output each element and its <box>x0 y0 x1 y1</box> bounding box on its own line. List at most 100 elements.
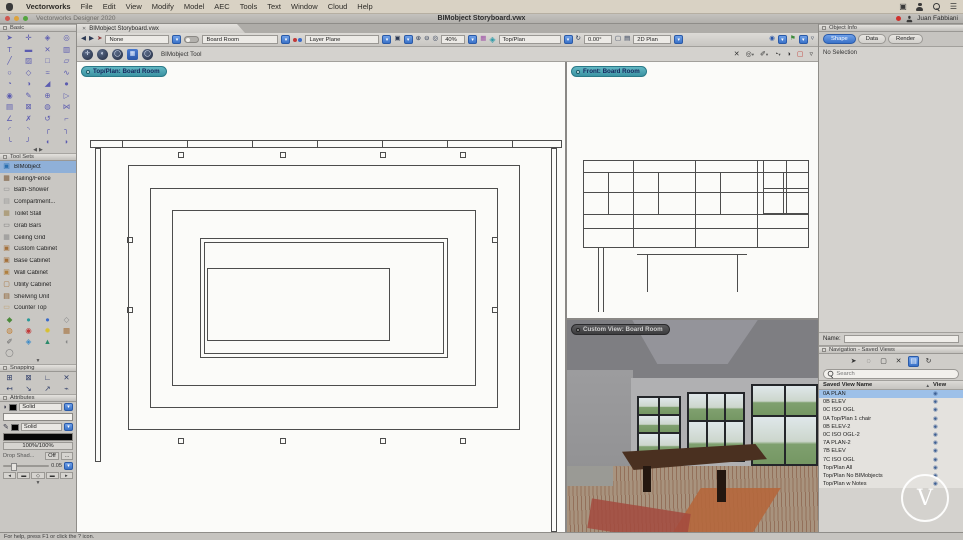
multi-view-pane-button[interactable]: ▤ <box>624 36 630 43</box>
view-visibility-icon[interactable]: ◉ <box>933 465 959 471</box>
next-view-button[interactable]: ▶ <box>89 36 94 43</box>
toolset-item-bath-shower[interactable]: ▭ Bath-Shower <box>0 185 76 197</box>
basic-tool-icon[interactable]: ↺ <box>38 113 57 125</box>
palette-close-button[interactable] <box>3 396 7 401</box>
tab-shape[interactable]: Shape <box>823 34 856 44</box>
close-tab-icon[interactable]: ✕ <box>82 26 86 32</box>
fill-style-dropdown[interactable]: ▾ <box>64 403 73 412</box>
active-layer-dropdown[interactable]: ▾ <box>281 35 291 44</box>
object-name-input[interactable] <box>843 335 959 343</box>
pen-style-dropdown[interactable]: ▾ <box>64 423 73 432</box>
saved-view-row[interactable]: 0A Top/Plan 1 chair ◉ <box>819 415 963 423</box>
more-options-icon[interactable]: ▿ <box>809 50 813 58</box>
control-center-icon[interactable]: ☰ <box>950 2 957 11</box>
line-weight-slider[interactable] <box>3 463 50 472</box>
toolset-item-wall-cabinet[interactable]: ▣ Wall Cabinet <box>0 267 76 279</box>
view-visibility-icon[interactable]: ◉ <box>933 391 959 397</box>
basic-tool-icon[interactable]: ◑ <box>19 78 38 90</box>
saved-views-column-header[interactable]: Saved View Name ▲ View <box>819 380 963 390</box>
toolset-item-custom-cabinet[interactable]: ▣ Custom Cabinet <box>0 244 76 256</box>
active-layer-field[interactable]: Board Room <box>202 35 279 44</box>
contrast-icon[interactable]: ◑ <box>787 51 791 58</box>
pen-style-value[interactable]: Solid <box>20 423 62 432</box>
snapping-palette-header[interactable]: Snapping <box>0 364 76 373</box>
pen-options-icon[interactable]: ✐▾ <box>760 50 768 58</box>
basic-tool-icon[interactable]: ◍ <box>38 101 57 113</box>
active-class-field[interactable]: None <box>105 35 170 44</box>
basic-tool-icon[interactable]: ╰ <box>0 136 19 148</box>
tool-tips-icon[interactable]: ✕ <box>734 50 740 58</box>
account-icon[interactable] <box>906 15 912 22</box>
toolset-tool-icon[interactable]: ● <box>38 314 57 325</box>
basic-tool-icon[interactable]: ✛ <box>19 32 38 44</box>
basic-tool-icon[interactable]: ▨ <box>19 55 38 67</box>
drop-shadow-toggle[interactable]: Off <box>45 452 59 461</box>
tab-data[interactable]: Data <box>857 34 887 44</box>
class-options-toggle[interactable] <box>184 36 200 43</box>
attributes-palette-header[interactable]: Attributes <box>0 394 76 403</box>
basic-tool-icon[interactable]: ≈ <box>38 67 57 79</box>
saved-view-row[interactable]: 7C ISO OGL ◉ <box>819 456 963 464</box>
toolset-tool-icon[interactable]: ✹ <box>38 325 57 336</box>
basic-tool-icon[interactable]: ╭ <box>38 124 57 136</box>
basic-tool-icon[interactable]: ✗ <box>19 113 38 125</box>
menu-window[interactable]: Window <box>286 2 323 11</box>
view-visibility-icon[interactable]: ◉ <box>933 432 959 438</box>
object-info-header[interactable]: Object Info <box>819 24 963 32</box>
attributes-pager[interactable]: ▼ <box>0 480 76 486</box>
projection-field[interactable]: 2D Plan <box>633 35 672 44</box>
view-visibility-icon[interactable]: ◉ <box>933 399 959 405</box>
grid-settings-icon[interactable]: ▦ <box>480 36 486 43</box>
basic-tool-icon[interactable]: ▷ <box>57 90 76 102</box>
layer-plane-field[interactable]: Layer Plane <box>305 35 380 44</box>
fill-bucket-icon[interactable]: ◗ <box>3 404 7 411</box>
toolset-item-base-cabinet[interactable]: ▣ Base Cabinet <box>0 255 76 267</box>
mode-option-5-icon[interactable]: ◯ <box>142 48 153 60</box>
document-tab[interactable]: ✕ BIMobject Storyboard.vwx <box>77 24 245 33</box>
toolset-item-ceiling-grid[interactable]: ▦ Ceiling Grid <box>0 232 76 244</box>
render-style-flag-icon[interactable]: ⚑ <box>790 36 796 43</box>
basic-tool-icon[interactable]: ◢ <box>38 78 57 90</box>
saved-views-icon[interactable]: ▤ <box>908 355 919 367</box>
viewport-label-plan[interactable]: Top/Plan: Board Room <box>81 66 167 77</box>
apple-menu-icon[interactable] <box>6 2 13 11</box>
basic-tool-icon[interactable]: ⋈ <box>57 101 76 113</box>
zoom-tool-icon[interactable]: ◎ <box>433 36 439 43</box>
basic-tool-icon[interactable]: ⌐ <box>57 113 76 125</box>
basic-tool-icon[interactable]: ◝ <box>19 124 38 136</box>
zoom-level-field[interactable]: 40% <box>441 35 466 44</box>
toolset-tool-icon[interactable]: ◇ <box>57 314 76 325</box>
line-marker-2-button[interactable]: ▬ <box>45 472 59 480</box>
viewport-custom-view[interactable]: Custom View: Board Room <box>567 320 818 540</box>
basic-tool-icon[interactable]: ▥ <box>57 44 76 56</box>
fill-color-preview[interactable] <box>3 413 73 422</box>
opacity-options-icon[interactable]: ◔▾ <box>774 51 781 58</box>
projection-dropdown[interactable]: ▾ <box>674 35 684 44</box>
basic-palette-header[interactable]: Basic <box>0 24 76 32</box>
menu-edit[interactable]: Edit <box>98 2 121 11</box>
snap-mode-icon[interactable]: ✕ <box>57 372 76 383</box>
class-options-icon[interactable]: ◎▾ <box>746 50 754 58</box>
toolset-tool-icon[interactable]: ● <box>19 314 38 325</box>
palette-close-button[interactable] <box>822 26 826 30</box>
basic-tool-icon[interactable]: ╱ <box>0 55 19 67</box>
render-style-dropdown[interactable]: ▾ <box>798 35 808 44</box>
basic-tool-icon[interactable]: ╯ <box>19 136 38 148</box>
saved-view-row[interactable]: Top/Plan All ◉ <box>819 464 963 472</box>
toolset-item-utility-cabinet[interactable]: ▢ Utility Cabinet <box>0 279 76 291</box>
menu-tools[interactable]: Tools <box>235 2 263 11</box>
basic-tool-icon[interactable]: T <box>0 44 19 56</box>
basic-tool-icon[interactable]: ◇ <box>19 67 38 79</box>
menu-vectorworks[interactable]: Vectorworks <box>21 2 76 11</box>
viewport-label-front[interactable]: Front: Board Room <box>571 66 647 77</box>
basic-tool-icon[interactable]: ╮ <box>57 124 76 136</box>
render-mode-icon[interactable]: ◉ <box>769 36 775 43</box>
send-to-cloud-icon[interactable]: ➤ <box>97 36 102 43</box>
column-saved-view-name[interactable]: Saved View Name <box>823 382 926 388</box>
mode-option-3-icon[interactable]: ◯ <box>112 48 123 60</box>
layer-plane-dropdown[interactable]: ▾ <box>382 35 392 44</box>
basic-tool-icon[interactable]: ◖ <box>38 136 57 148</box>
column-view[interactable]: View <box>933 382 959 388</box>
current-view-field[interactable]: Top/Plan <box>498 35 561 44</box>
toolset-item-shelving-unit[interactable]: ▤ Shelving Unit <box>0 291 76 303</box>
